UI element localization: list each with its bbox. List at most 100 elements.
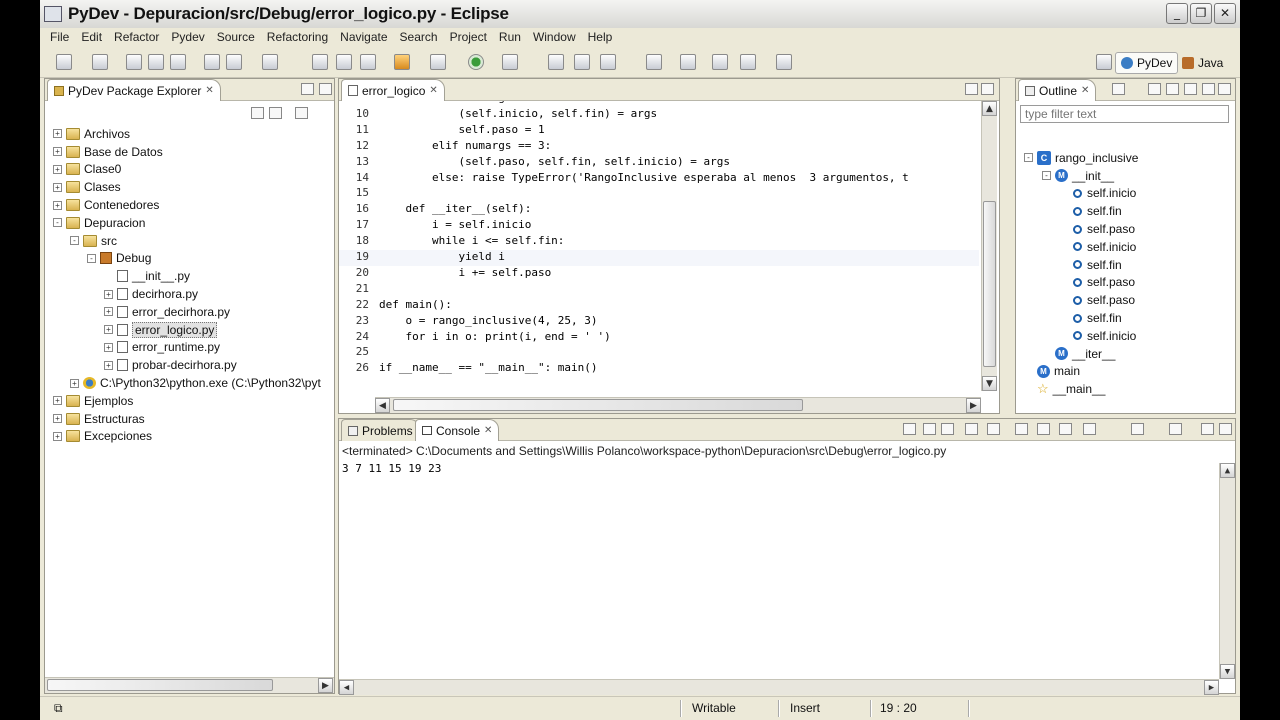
code-line[interactable]: 16 def __iter__(self): (339, 202, 979, 218)
expand-icon[interactable]: + (53, 147, 62, 157)
new-console-icon[interactable] (1169, 423, 1182, 435)
console-vertical-scrollbar[interactable]: ▲ ▼ (1219, 463, 1235, 679)
close-icon[interactable]: ✕ (429, 85, 437, 96)
scroll-left-icon[interactable]: ◀ (375, 398, 390, 413)
package-horizontal-scrollbar[interactable]: ▶ (45, 677, 334, 693)
new-icon[interactable] (56, 54, 72, 70)
code-line[interactable]: 11 self.paso = 1 (339, 123, 979, 139)
tree-item[interactable]: - Depuracion (45, 214, 334, 232)
back-icon[interactable] (712, 54, 728, 70)
view-menu-icon[interactable] (295, 107, 308, 119)
search-files-icon[interactable] (360, 54, 376, 70)
scroll-right-icon[interactable]: ▶ (318, 678, 333, 693)
code-text[interactable]: def __iter__(self): (379, 202, 531, 215)
forward-icon[interactable] (740, 54, 756, 70)
fast-view-icon[interactable]: ⧉ (54, 701, 63, 716)
perspective-pydev[interactable]: PyDev (1115, 52, 1179, 74)
maximize-editor-icon[interactable] (981, 83, 994, 95)
minimize-view-icon[interactable] (301, 83, 314, 95)
hide-fields-icon[interactable] (1148, 83, 1161, 95)
tree-item[interactable]: + Ejemplos (45, 392, 334, 410)
editor-scroll-thumb[interactable] (983, 201, 996, 367)
tree-item[interactable]: __init__.py (45, 267, 334, 285)
code-line[interactable]: 24 for i in o: print(i, end = ' ') (339, 330, 979, 346)
close-icon[interactable]: ✕ (205, 85, 213, 96)
outline-item[interactable]: self.paso (1024, 274, 1235, 292)
code-line[interactable]: 22 def main(): (339, 298, 979, 314)
pin-console-icon[interactable] (1015, 423, 1028, 435)
tree-item[interactable]: + decirhora.py (45, 285, 334, 303)
package-icon[interactable] (226, 54, 242, 70)
task-icon[interactable] (262, 54, 278, 70)
remove-launch-icon[interactable] (923, 423, 936, 435)
code-text[interactable]: if __name__ == "__main__": main() (379, 361, 598, 374)
code-text[interactable]: self.paso = 1 (379, 123, 544, 136)
open-type-icon[interactable] (312, 54, 328, 70)
code-line[interactable]: 25 (339, 345, 979, 361)
scroll-up-icon[interactable]: ▲ (982, 101, 997, 116)
code-text[interactable]: else: raise TypeError('RangoInclusive es… (379, 171, 909, 184)
code-line[interactable]: 21 (339, 282, 979, 298)
next-annotation-icon[interactable] (548, 54, 564, 70)
scroll-right-icon[interactable]: ▶ (1204, 680, 1219, 695)
menu-refactor[interactable]: Refactor (108, 30, 165, 44)
code-line[interactable]: 20 i += self.paso (339, 266, 979, 282)
outline-filter-input[interactable] (1020, 105, 1229, 123)
tree-item[interactable]: + C:\Python32\python.exe (C:\Python32\pyt (45, 374, 334, 392)
expand-icon[interactable]: + (53, 182, 62, 192)
close-icon[interactable]: ✕ (1081, 85, 1089, 96)
code-text[interactable]: while i <= self.fin: (379, 234, 564, 247)
forward-history-icon[interactable] (680, 54, 696, 70)
menu-source[interactable]: Source (211, 30, 261, 44)
package-scroll-thumb[interactable] (47, 679, 273, 691)
outline-item[interactable]: self.paso (1024, 291, 1235, 309)
outline-item[interactable]: self.fin (1024, 256, 1235, 274)
code-line[interactable]: 18 while i <= self.fin: (339, 234, 979, 250)
code-text[interactable]: elif numargs == 3: (379, 139, 551, 152)
collapse-icon[interactable]: - (1042, 171, 1051, 181)
editor-vertical-scrollbar[interactable]: ▲ ▼ (981, 101, 997, 391)
scroll-down-icon[interactable]: ▼ (982, 376, 997, 391)
menu-pydev[interactable]: Pydev (165, 30, 210, 44)
editor-h-thumb[interactable] (393, 399, 803, 411)
perspective-java[interactable]: Java (1182, 52, 1223, 74)
build-icon[interactable] (204, 54, 220, 70)
editor-horizontal-scrollbar[interactable]: ◀ ▶ (375, 397, 981, 413)
tab-package-explorer[interactable]: PyDev Package Explorer ✕ (47, 79, 221, 101)
minimize-console-icon[interactable] (1201, 423, 1214, 435)
tree-item[interactable]: + Excepciones (45, 428, 334, 446)
outline-item[interactable]: - M __init__ (1024, 167, 1235, 185)
tree-item[interactable]: + Clases (45, 178, 334, 196)
new-project-icon[interactable] (92, 54, 108, 70)
expand-icon[interactable]: + (53, 200, 62, 210)
tab-editor-error-logico[interactable]: error_logico ✕ (341, 79, 445, 101)
outline-item[interactable]: Mmain (1024, 363, 1235, 381)
open-resource-icon[interactable] (336, 54, 352, 70)
expand-icon[interactable]: + (104, 307, 113, 317)
expand-icon[interactable]: + (70, 378, 79, 388)
code-line[interactable]: 10 (self.inicio, self.fin) = args (339, 107, 979, 123)
minimize-button[interactable]: _ (1166, 3, 1188, 24)
code-editor[interactable]: elif numargs == 3: 10 (self.inicio, self.… (339, 101, 999, 413)
debug-icon[interactable] (394, 54, 410, 70)
code-text[interactable]: o = rango_inclusive(4, 25, 3) (379, 314, 597, 327)
expand-icon[interactable]: + (53, 129, 62, 139)
menu-project[interactable]: Project (444, 30, 493, 44)
run-icon[interactable] (468, 54, 484, 70)
collapse-icon[interactable]: - (87, 253, 96, 263)
save-all-icon[interactable] (148, 54, 164, 70)
prev-annotation-icon[interactable] (574, 54, 590, 70)
save-icon[interactable] (126, 54, 142, 70)
maximize-console-icon[interactable] (1219, 423, 1232, 435)
expand-icon[interactable]: + (104, 342, 113, 352)
collapse-icon[interactable]: - (70, 236, 79, 246)
terminate-icon[interactable] (903, 423, 916, 435)
back-nav-icon[interactable] (776, 54, 792, 70)
collapse-all-icon[interactable] (251, 107, 264, 119)
outline-item[interactable]: self.inicio (1024, 238, 1235, 256)
code-text[interactable]: i = self.inicio (379, 218, 531, 231)
menu-refactoring[interactable]: Refactoring (261, 30, 334, 44)
scroll-lock-icon[interactable] (987, 423, 1000, 435)
maximize-button[interactable]: ❐ (1190, 3, 1212, 24)
tab-console[interactable]: Console ✕ (415, 419, 500, 441)
